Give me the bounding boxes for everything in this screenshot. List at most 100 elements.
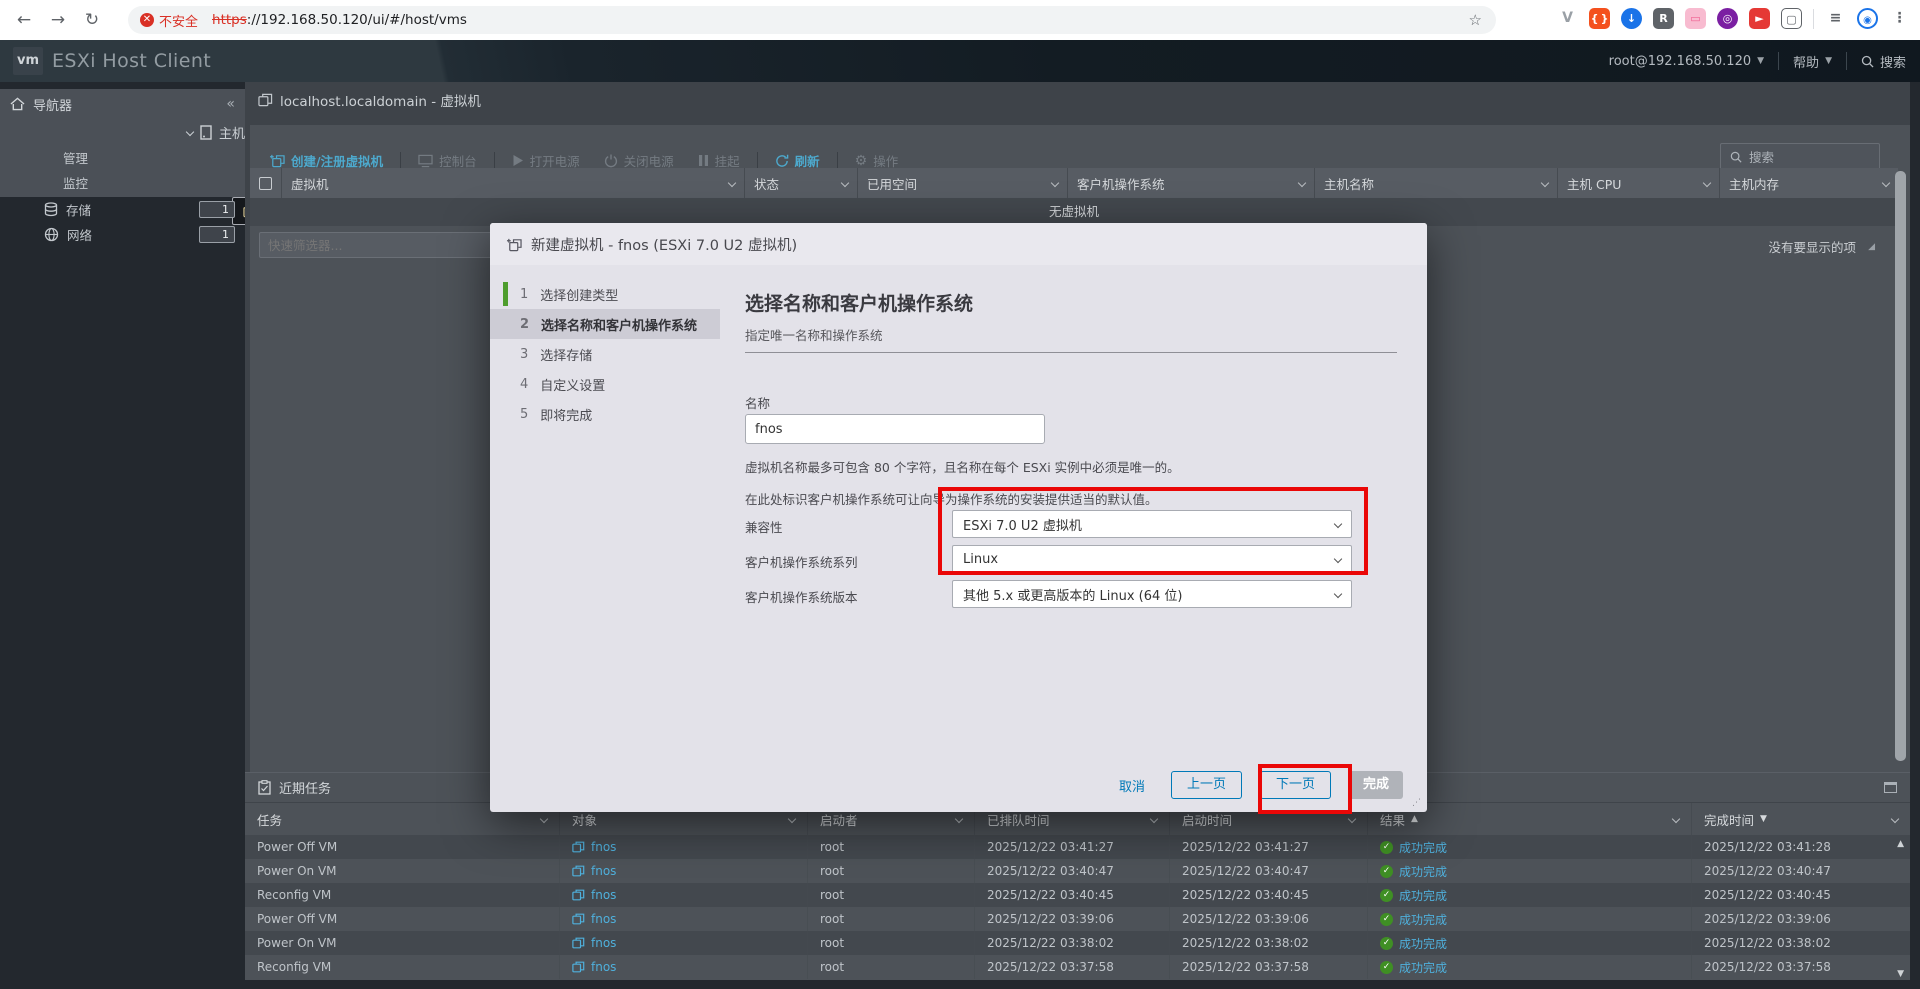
- filter-chevron-icon[interactable]: [955, 815, 963, 823]
- gear-icon: ⚙: [855, 153, 868, 169]
- select-all-checkbox[interactable]: [259, 177, 272, 190]
- filter-chevron-icon[interactable]: [540, 815, 548, 823]
- chevron-down-icon[interactable]: [186, 128, 194, 136]
- media-controls-icon[interactable]: ≡: [1825, 8, 1846, 29]
- extension-download-icon[interactable]: ↓: [1621, 8, 1642, 29]
- help-menu[interactable]: 帮助▼: [1793, 52, 1832, 71]
- page-title: localhost.localdomain - 虚拟机: [258, 90, 481, 110]
- task-target-cell: fnos: [560, 859, 808, 883]
- dialog-resize-grip[interactable]: ⋰: [1412, 798, 1421, 808]
- task-row[interactable]: Power On VMfnosroot2025/12/22 03:40:4720…: [245, 859, 1910, 883]
- task-row[interactable]: Reconfig VMfnosroot2025/12/22 03:40:4520…: [245, 883, 1910, 907]
- task-started-time: 2025/12/22 03:39:06: [1182, 912, 1309, 926]
- filter-chevron-icon[interactable]: [1298, 179, 1306, 187]
- finish-button[interactable]: 完成: [1349, 771, 1403, 799]
- column-header-used-space[interactable]: 已用空间: [858, 168, 1068, 198]
- sidebar-item-manage[interactable]: 管理: [0, 145, 245, 170]
- extension-r-icon[interactable]: R: [1653, 8, 1674, 29]
- extensions-puzzle-icon[interactable]: ▢: [1781, 8, 1802, 29]
- filter-chevron-icon[interactable]: [1672, 815, 1680, 823]
- filter-chevron-icon[interactable]: [1348, 815, 1356, 823]
- browser-menu-icon[interactable]: ⋮: [1889, 8, 1910, 29]
- task-result[interactable]: 成功完成: [1399, 863, 1447, 880]
- column-header-completed[interactable]: 完成时间▼: [1692, 803, 1910, 835]
- guest-os-family-select[interactable]: Linux: [952, 545, 1352, 573]
- task-result[interactable]: 成功完成: [1399, 959, 1447, 976]
- column-header-status[interactable]: 状态: [745, 168, 858, 198]
- storage-icon: [44, 202, 58, 217]
- profile-avatar-icon[interactable]: ◉: [1857, 8, 1878, 29]
- wizard-step-4[interactable]: 4 自定义设置: [490, 369, 720, 399]
- filter-chevron-icon[interactable]: [728, 179, 736, 187]
- task-row[interactable]: Reconfig VMfnosroot2025/12/22 03:37:5820…: [245, 955, 1910, 979]
- back-button[interactable]: 上一页: [1171, 771, 1242, 799]
- column-header-hostname[interactable]: 主机名称: [1315, 168, 1558, 198]
- sidebar-item-networking[interactable]: 网络 1: [0, 222, 245, 247]
- scroll-down-icon[interactable]: ▼: [1897, 969, 1904, 979]
- task-result[interactable]: 成功完成: [1399, 887, 1447, 904]
- resize-grip-icon[interactable]: ◢: [1868, 242, 1876, 252]
- browser-forward-icon[interactable]: →: [46, 8, 70, 32]
- task-target-link[interactable]: fnos: [572, 864, 616, 878]
- extension-v-icon[interactable]: V: [1557, 8, 1578, 29]
- filter-chevron-icon[interactable]: [1051, 179, 1059, 187]
- global-search[interactable]: 搜索: [1861, 52, 1906, 71]
- task-target-link[interactable]: fnos: [572, 912, 616, 926]
- filter-chevron-icon[interactable]: [1703, 179, 1711, 187]
- task-started-time: 2025/12/22 03:40:47: [1182, 864, 1309, 878]
- scroll-up-icon[interactable]: ▲: [1897, 839, 1904, 849]
- next-button[interactable]: 下一页: [1260, 771, 1331, 799]
- network-icon: [44, 227, 59, 242]
- column-header-host-cpu[interactable]: 主机 CPU: [1558, 168, 1720, 198]
- guest-os-version-select[interactable]: 其他 5.x 或更高版本的 Linux (64 位): [952, 580, 1352, 608]
- task-result-cell: ✓成功完成: [1368, 859, 1692, 883]
- extension-braces-icon[interactable]: { }: [1589, 8, 1610, 29]
- not-secure-chip[interactable]: ✕ 不安全: [140, 11, 198, 30]
- vertical-scrollbar[interactable]: [1895, 171, 1906, 761]
- task-result[interactable]: 成功完成: [1399, 911, 1447, 928]
- task-result[interactable]: 成功完成: [1399, 839, 1447, 856]
- step-number: 3: [520, 347, 528, 362]
- task-queued-time: 2025/12/22 03:39:06: [987, 912, 1114, 926]
- task-row[interactable]: Power Off VMfnosroot2025/12/22 03:39:062…: [245, 907, 1910, 931]
- browser-back-icon[interactable]: ←: [12, 8, 36, 32]
- compatibility-select[interactable]: ESXi 7.0 U2 虚拟机: [952, 510, 1352, 538]
- wizard-step-1[interactable]: 1 选择创建类型: [490, 279, 720, 309]
- extension-tv-icon[interactable]: ▭: [1685, 8, 1706, 29]
- task-row[interactable]: Power On VMfnosroot2025/12/22 03:38:0220…: [245, 931, 1910, 955]
- cancel-button[interactable]: 取消: [1119, 776, 1145, 795]
- extension-purple-icon[interactable]: ◎: [1717, 8, 1738, 29]
- user-menu[interactable]: root@192.168.50.120▼: [1609, 54, 1764, 69]
- task-queued-cell: 2025/12/22 03:38:02: [975, 931, 1170, 955]
- filter-chevron-icon[interactable]: [1541, 179, 1549, 187]
- task-completed-time: 2025/12/22 03:38:02: [1704, 936, 1831, 950]
- sidebar-item-host[interactable]: 主机: [0, 119, 245, 145]
- column-header-vm[interactable]: 虚拟机: [282, 168, 745, 198]
- filter-chevron-icon[interactable]: [1150, 815, 1158, 823]
- task-target-link[interactable]: fnos: [572, 936, 616, 950]
- task-row[interactable]: Power Off VMfnosroot2025/12/22 03:41:272…: [245, 835, 1910, 859]
- browser-refresh-icon[interactable]: ↻: [80, 8, 104, 32]
- filter-chevron-icon[interactable]: [1882, 179, 1890, 187]
- column-header-host-memory[interactable]: 主机内存: [1720, 168, 1898, 198]
- bookmark-star-icon[interactable]: ☆: [1469, 11, 1482, 29]
- expand-tasks-icon[interactable]: [1884, 782, 1897, 793]
- filter-chevron-icon[interactable]: [841, 179, 849, 187]
- sidebar-item-storage[interactable]: 存储 1: [0, 197, 245, 222]
- sidebar-item-monitor[interactable]: 监控: [0, 170, 245, 195]
- task-target-link[interactable]: fnos: [572, 888, 616, 902]
- wizard-step-2[interactable]: 2 选择名称和客户机操作系统: [490, 309, 720, 339]
- filter-chevron-icon[interactable]: [788, 815, 796, 823]
- wizard-step-5[interactable]: 5 即将完成: [490, 399, 720, 429]
- task-target-link[interactable]: fnos: [572, 960, 616, 974]
- extension-play-icon[interactable]: ►: [1749, 8, 1770, 29]
- task-target-link[interactable]: fnos: [572, 840, 616, 854]
- wizard-step-3[interactable]: 3 选择存储: [490, 339, 720, 369]
- column-header-guest-os[interactable]: 客户机操作系统: [1068, 168, 1315, 198]
- task-result[interactable]: 成功完成: [1399, 935, 1447, 952]
- filter-chevron-icon[interactable]: [1891, 815, 1899, 823]
- vm-name-input[interactable]: [745, 414, 1045, 444]
- collapse-sidebar-icon[interactable]: «: [226, 96, 235, 112]
- address-bar[interactable]: ✕ 不安全 https://192.168.50.120/ui/#/host/v…: [128, 6, 1496, 34]
- table-search-box[interactable]: 搜索: [1720, 143, 1880, 170]
